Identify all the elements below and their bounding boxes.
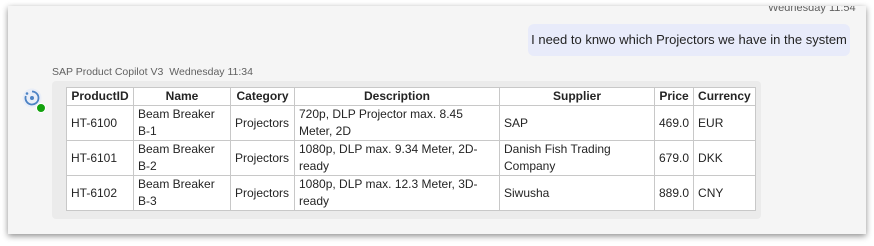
cell-category: Projectors bbox=[230, 175, 295, 211]
cell-price: 679.0 bbox=[653, 140, 695, 176]
table-row: HT-6100 Beam Breaker B-1 Projectors 720p… bbox=[66, 105, 756, 141]
chat-window: Wednesday 11:54 I need to knwo which Pro… bbox=[8, 6, 866, 234]
table-row: HT-6101 Beam Breaker B-2 Projectors 1080… bbox=[66, 140, 756, 176]
table-row: HT-6102 Beam Breaker B-3 Projectors 1080… bbox=[66, 175, 756, 211]
column-header-description: Description bbox=[294, 87, 500, 106]
cell-supplier: SAP bbox=[499, 105, 655, 141]
cell-productid: HT-6102 bbox=[66, 175, 134, 211]
cell-price: 469.0 bbox=[653, 105, 695, 141]
column-header-currency: Currency bbox=[693, 87, 756, 106]
cell-supplier: Danish Fish Trading Company bbox=[499, 140, 655, 176]
bot-message-bubble: ProductID Name Category Description Supp… bbox=[52, 81, 761, 219]
products-table: ProductID Name Category Description Supp… bbox=[66, 87, 756, 211]
cell-currency: DKK bbox=[693, 140, 756, 176]
bot-message-header: SAP Product Copilot V3 Wednesday 11:34 bbox=[52, 66, 253, 78]
cell-description: 1080p, DLP max. 9.34 Meter, 2D-ready bbox=[294, 140, 500, 176]
cell-supplier: Siwusha bbox=[499, 175, 655, 211]
cutoff-timestamp: Wednesday 11:54 bbox=[768, 6, 856, 14]
cell-name: Beam Breaker B-2 bbox=[133, 140, 231, 176]
cell-category: Projectors bbox=[230, 105, 295, 141]
cell-currency: CNY bbox=[693, 175, 756, 211]
bot-timestamp: Wednesday 11:34 bbox=[169, 66, 253, 78]
column-header-productid: ProductID bbox=[66, 87, 134, 106]
column-header-price: Price bbox=[653, 87, 695, 106]
cell-productid: HT-6100 bbox=[66, 105, 134, 141]
cell-price: 889.0 bbox=[653, 175, 695, 211]
column-header-name: Name bbox=[133, 87, 231, 106]
bot-name: SAP Product Copilot V3 bbox=[52, 66, 164, 78]
column-header-supplier: Supplier bbox=[499, 87, 655, 106]
cell-description: 1080p, DLP max. 12.3 Meter, 3D-ready bbox=[294, 175, 500, 211]
cell-description: 720p, DLP Projector max. 8.45 Meter, 2D bbox=[294, 105, 500, 141]
column-header-category: Category bbox=[230, 87, 295, 106]
cell-name: Beam Breaker B-1 bbox=[133, 105, 231, 141]
cell-currency: EUR bbox=[693, 105, 756, 141]
online-status-icon bbox=[36, 103, 46, 113]
cell-productid: HT-6101 bbox=[66, 140, 134, 176]
table-header-row: ProductID Name Category Description Supp… bbox=[66, 87, 756, 106]
cell-name: Beam Breaker B-3 bbox=[133, 175, 231, 211]
user-message-bubble: I need to knwo which Projectors we have … bbox=[528, 24, 850, 56]
cell-category: Projectors bbox=[230, 140, 295, 176]
